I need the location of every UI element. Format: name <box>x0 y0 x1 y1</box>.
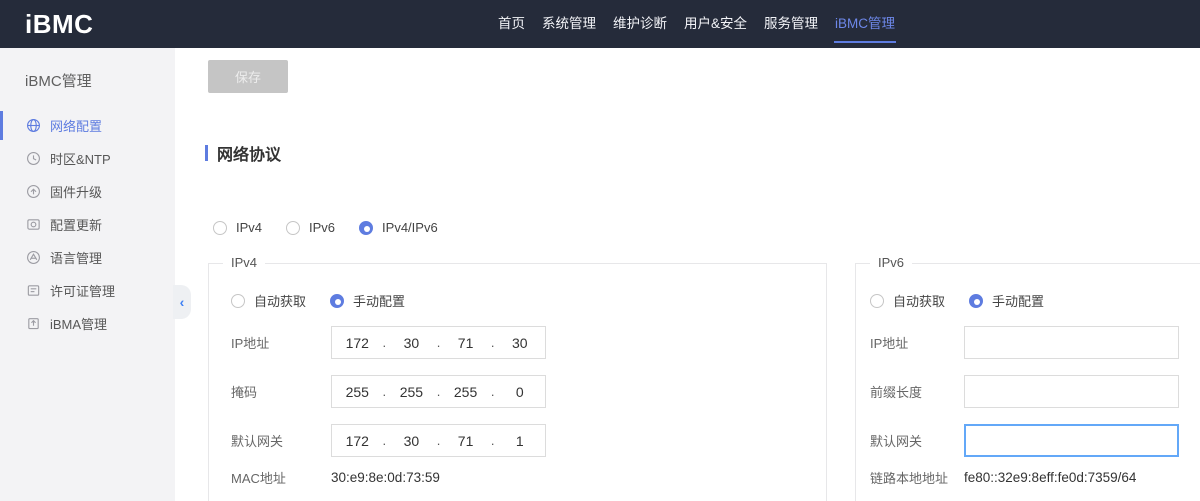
sidebar: iBMC管理 网络配置 时区&NTP 固件升级 <box>0 48 175 501</box>
nav-item-user-security[interactable]: 用户&安全 <box>682 0 749 48</box>
field-label: IP地址 <box>870 333 964 352</box>
sidebar-item-label: 许可证管理 <box>50 281 115 300</box>
sidebar-item-license[interactable]: 许可证管理 <box>0 274 175 307</box>
ipv4-mac-row: MAC地址 30:e9:8e:0d:73:59 <box>231 464 826 490</box>
sidebar-item-label: iBMA管理 <box>50 314 107 333</box>
ipv6-ip-address-input[interactable] <box>964 326 1179 359</box>
ip-octet[interactable]: 0 <box>494 384 545 400</box>
ip-octet[interactable]: 71 <box>440 335 491 351</box>
ipv6-prefix-length-row: 前缀长度 <box>870 375 1200 408</box>
ipv4-legend: IPv4 <box>223 255 265 270</box>
nav-item-maintenance[interactable]: 维护诊断 <box>611 0 669 48</box>
ip-octet[interactable]: 1 <box>494 433 545 449</box>
clock-globe-icon <box>26 151 41 166</box>
config-update-icon <box>26 217 41 232</box>
ipv6-link-local-row: 链路本地地址 fe80::32e9:8eff:fe0d:7359/64 <box>870 464 1200 490</box>
ipv4-netmask-row: 掩码 255 . 255 . 255 . 0 <box>231 375 826 408</box>
ipv6-gateway-row: 默认网关 <box>870 424 1200 457</box>
sidebar-item-ibma[interactable]: iBMA管理 <box>0 307 175 340</box>
ip-octet[interactable]: 172 <box>332 335 383 351</box>
ip-octet[interactable]: 255 <box>332 384 383 400</box>
ipv6-ip-address-row: IP地址 <box>870 326 1200 359</box>
ipv6-radio-manual[interactable]: 手动配置 <box>969 291 1044 310</box>
nav-item-system[interactable]: 系统管理 <box>540 0 598 48</box>
top-bar: iBMC 首页 系统管理 维护诊断 用户&安全 服务管理 iBMC管理 <box>0 0 1200 48</box>
ip-octet[interactable]: 255 <box>386 384 437 400</box>
sidebar-collapse-button[interactable]: ‹ <box>173 285 191 319</box>
package-upload-icon <box>26 316 41 331</box>
sidebar-item-label: 网络配置 <box>50 116 102 135</box>
ip-octet[interactable]: 30 <box>494 335 545 351</box>
radio-circle-ipv4-ipv6[interactable] <box>359 221 373 235</box>
globe-icon <box>26 118 41 133</box>
ipv4-ip-address-row: IP地址 172 . 30 . 71 . 30 <box>231 326 826 359</box>
sidebar-item-network-config[interactable]: 网络配置 <box>0 109 175 142</box>
ip-octet[interactable]: 172 <box>332 433 383 449</box>
ipv4-gateway-row: 默认网关 172 . 30 . 71 . 1 <box>231 424 826 457</box>
mac-address-value: 30:e9:8e:0d:73:59 <box>331 470 440 485</box>
ipv6-radio-auto[interactable]: 自动获取 <box>870 291 945 310</box>
ipv4-fieldset: IPv4 自动获取 手动配置 IP地址 <box>208 263 827 501</box>
ipv4-radio-auto[interactable]: 自动获取 <box>231 291 306 310</box>
ipv6-mode-radio-group: 自动获取 手动配置 <box>870 291 1200 310</box>
sidebar-item-label: 时区&NTP <box>50 149 111 168</box>
nav-item-ibmc-management[interactable]: iBMC管理 <box>833 0 897 48</box>
field-label: 前缀长度 <box>870 382 964 401</box>
radio-circle-ipv6-manual[interactable] <box>969 294 983 308</box>
top-nav: 首页 系统管理 维护诊断 用户&安全 服务管理 iBMC管理 <box>496 0 897 48</box>
field-label: MAC地址 <box>231 468 331 487</box>
license-doc-icon <box>26 283 41 298</box>
sidebar-item-timezone-ntp[interactable]: 时区&NTP <box>0 142 175 175</box>
ip-octet[interactable]: 255 <box>440 384 491 400</box>
protocol-radio-group: IPv4 IPv6 IPv4/IPv6 <box>213 220 1200 235</box>
radio-circle-ipv4[interactable] <box>213 221 227 235</box>
radio-ipv6[interactable]: IPv6 <box>286 220 335 235</box>
sidebar-item-config-update[interactable]: 配置更新 <box>0 208 175 241</box>
field-label: 默认网关 <box>231 431 331 450</box>
ipv6-prefix-length-input[interactable] <box>964 375 1179 408</box>
ip-octet[interactable]: 30 <box>386 335 437 351</box>
ipv4-ip-address-input[interactable]: 172 . 30 . 71 . 30 <box>331 326 546 359</box>
upload-circle-icon <box>26 184 41 199</box>
sidebar-item-language[interactable]: 语言管理 <box>0 241 175 274</box>
ipv6-fieldset: IPv6 自动获取 手动配置 IP地址 <box>855 263 1200 501</box>
section-title-text: 网络协议 <box>217 141 281 165</box>
radio-circle-ipv6[interactable] <box>286 221 300 235</box>
ipv4-gateway-input[interactable]: 172 . 30 . 71 . 1 <box>331 424 546 457</box>
link-local-address-value: fe80::32e9:8eff:fe0d:7359/64 <box>964 470 1136 485</box>
sidebar-title: iBMC管理 <box>25 70 175 91</box>
sidebar-item-label: 配置更新 <box>50 215 102 234</box>
field-label: IP地址 <box>231 333 331 352</box>
ip-octet[interactable]: 30 <box>386 433 437 449</box>
ipv6-gateway-input[interactable] <box>964 424 1179 457</box>
field-label: 链路本地地址 <box>870 468 964 487</box>
section-title-network-protocol: 网络协议 <box>205 141 1200 165</box>
nav-item-services[interactable]: 服务管理 <box>762 0 820 48</box>
ipv4-radio-manual[interactable]: 手动配置 <box>330 291 405 310</box>
ipv4-netmask-input[interactable]: 255 . 255 . 255 . 0 <box>331 375 546 408</box>
sidebar-item-label: 固件升级 <box>50 182 102 201</box>
sidebar-item-firmware-upgrade[interactable]: 固件升级 <box>0 175 175 208</box>
radio-ipv4[interactable]: IPv4 <box>213 220 262 235</box>
field-label: 掩码 <box>231 382 331 401</box>
ipv6-legend: IPv6 <box>870 255 912 270</box>
sidebar-item-label: 语言管理 <box>50 248 102 267</box>
nav-item-home[interactable]: 首页 <box>496 0 527 48</box>
main-content: 保存 网络协议 IPv4 IPv6 IPv4/IPv6 IPv4 <box>175 48 1200 501</box>
language-globe-icon <box>26 250 41 265</box>
radio-circle-ipv4-auto[interactable] <box>231 294 245 308</box>
ipv4-mode-radio-group: 自动获取 手动配置 <box>231 291 826 310</box>
section-title-accent-bar <box>205 145 208 161</box>
radio-circle-ipv4-manual[interactable] <box>330 294 344 308</box>
ibmc-logo: iBMC <box>25 9 93 40</box>
save-button[interactable]: 保存 <box>208 60 288 93</box>
ip-octet[interactable]: 71 <box>440 433 491 449</box>
field-label: 默认网关 <box>870 431 964 450</box>
radio-circle-ipv6-auto[interactable] <box>870 294 884 308</box>
radio-ipv4-ipv6[interactable]: IPv4/IPv6 <box>359 220 438 235</box>
